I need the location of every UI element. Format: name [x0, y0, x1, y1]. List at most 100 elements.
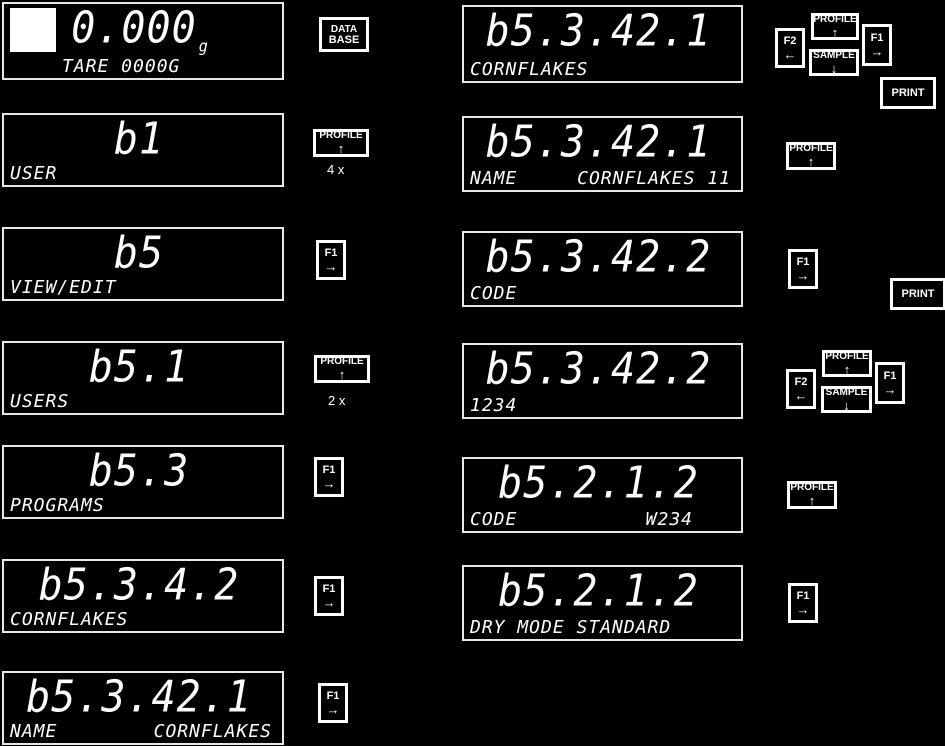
arrow-left-icon: ←	[783, 46, 797, 62]
key-print-bottom[interactable]: PRINT	[890, 278, 945, 310]
display-main-value: b5.2.1.2	[498, 566, 699, 617]
display-program-cornflakes: b5.3.4.2 CORNFLAKES	[2, 559, 284, 633]
display-view-edit-menu: b5 VIEW/EDIT	[2, 227, 284, 301]
key-f1-label: F1	[870, 31, 884, 44]
key-profile-up-4x[interactable]: PROFILE ↑	[313, 129, 369, 157]
arrow-right-icon: →	[870, 43, 884, 59]
key-f1-label: F1	[324, 246, 338, 259]
caption-repeat-4x: 4 x	[327, 162, 345, 177]
display-status-right: CORNFLAKES 11	[577, 168, 731, 189]
key-f1-right-name[interactable]: F1 →	[318, 683, 348, 723]
key-f2-left-top[interactable]: F2 ←	[775, 28, 805, 68]
key-f1-right-dry-mode[interactable]: F1 →	[788, 583, 818, 623]
key-f2-label: F2	[794, 375, 808, 388]
key-f2-left-bottom[interactable]: F2 ←	[786, 369, 816, 409]
key-profile-label: PROFILE	[825, 350, 869, 362]
key-sample-label: SAMPLE	[813, 49, 855, 61]
display-main-value: b5.3.42.1	[26, 672, 252, 723]
caption-repeat-2x: 2 x	[328, 393, 346, 408]
key-print-label: PRINT	[901, 287, 935, 300]
display-status-right: CORNFLAKES	[153, 721, 272, 742]
arrow-right-icon: →	[326, 701, 340, 717]
key-f1-label: F1	[796, 255, 810, 268]
display-status-line: NAME CORNFLAKES	[10, 721, 276, 742]
key-profile-label: PROFILE	[813, 13, 857, 25]
arrow-right-icon: →	[322, 594, 336, 610]
display-code-menu: b5.3.42.2 CODE	[462, 231, 743, 307]
arrow-right-icon: →	[324, 258, 338, 274]
key-f1-right-view-edit[interactable]: F1 →	[316, 240, 346, 280]
display-main-value: b5.3.42.1	[485, 6, 712, 57]
arrow-up-icon: ↑	[808, 493, 816, 508]
key-profile-up-dry-mode[interactable]: PROFILE ↑	[787, 481, 837, 509]
key-profile-up-bottom[interactable]: PROFILE ↑	[822, 350, 872, 377]
key-database[interactable]: DATA BASE	[319, 17, 369, 52]
key-print-label: PRINT	[891, 86, 925, 99]
display-name-cornflakes-cursor: b5.3.42.1 NAME CORNFLAKES 11	[462, 116, 743, 192]
display-main-value: b5.3.4.2	[38, 560, 240, 611]
display-code-value: b5.3.42.2 1234	[462, 343, 743, 419]
display-status-line: CORNFLAKES	[470, 59, 589, 80]
arrow-up-icon: ↑	[337, 141, 345, 156]
display-users-submenu: b5.1 USERS	[2, 341, 284, 415]
key-database-line2: BASE	[328, 33, 360, 46]
key-profile-label: PROFILE	[790, 482, 834, 493]
key-profile-label: PROFILE	[789, 143, 833, 154]
display-main-value: b1	[113, 114, 165, 165]
display-dry-mode-standard: b5.2.1.2 DRY MODE STANDARD	[462, 565, 743, 641]
display-status-line: USER	[10, 163, 58, 184]
display-status-line: DRY MODE STANDARD	[470, 617, 672, 638]
display-status-line: CORNFLAKES	[10, 609, 129, 630]
arrow-up-icon: ↑	[338, 367, 346, 382]
key-f1-label: F1	[883, 369, 897, 382]
display-main-value: b5.2.1.2	[498, 458, 699, 509]
key-f1-right-bottom[interactable]: F1 →	[875, 362, 905, 404]
display-main-value: b5.3.42.2	[485, 344, 712, 395]
display-status-right: W234	[645, 509, 693, 530]
arrow-up-icon: ↑	[831, 24, 839, 40]
key-profile-up-name[interactable]: PROFILE ↑	[786, 142, 836, 170]
display-main-value: 0.000 g	[71, 3, 209, 56]
display-status-line: CODE	[470, 283, 518, 304]
key-f1-label: F1	[326, 689, 340, 702]
display-unit-label: g	[198, 36, 209, 56]
display-status-left: NAME	[470, 168, 518, 189]
display-programs-submenu: b5.3 PROGRAMS	[2, 445, 284, 519]
key-profile-up-2x[interactable]: PROFILE ↑	[314, 355, 370, 383]
display-status-left: TARE 0000	[62, 56, 169, 77]
display-main-value: b5.3.42.1	[485, 117, 712, 168]
display-main-value: b5.1	[88, 342, 190, 393]
display-status-line: USERS	[10, 391, 70, 412]
key-f1-right-code[interactable]: F1 →	[788, 249, 818, 289]
arrow-down-icon: ↓	[843, 397, 850, 413]
display-main-value: b5	[113, 228, 165, 279]
key-f1-label: F1	[796, 589, 810, 602]
key-profile-label: PROFILE	[319, 130, 363, 141]
display-status-left: CODE	[470, 509, 518, 530]
key-profile-up-top[interactable]: PROFILE ↑	[811, 13, 859, 40]
key-f1-right-top[interactable]: F1 →	[862, 24, 892, 66]
display-status-line: PROGRAMS	[10, 495, 105, 516]
display-status-line: NAME CORNFLAKES 11	[470, 168, 735, 189]
display-cornflakes-edit: b5.3.42.1 CORNFLAKES	[462, 5, 743, 83]
display-status-line: 1234	[470, 395, 518, 416]
arrow-left-icon: ←	[794, 387, 808, 403]
key-f1-right-programs[interactable]: F1 →	[314, 457, 344, 497]
arrow-right-icon: →	[322, 475, 336, 491]
arrow-up-icon: ↑	[843, 361, 851, 377]
display-code-w234: b5.2.1.2 CODE W234	[462, 457, 743, 533]
key-sample-down-bottom[interactable]: SAMPLE ↓	[821, 386, 872, 413]
key-sample-label: SAMPLE	[825, 386, 868, 398]
key-f1-label: F1	[322, 463, 336, 476]
arrow-right-icon: →	[796, 267, 810, 283]
display-user-menu: b1 USER	[2, 113, 284, 187]
display-status-line: VIEW/EDIT	[10, 277, 117, 298]
arrow-up-icon: ↑	[807, 154, 815, 169]
display-weighing-screen: 0.000 g TARE 0000 G	[2, 2, 284, 80]
key-f1-right-cornflakes[interactable]: F1 →	[314, 576, 344, 616]
key-f2-label: F2	[783, 34, 797, 47]
key-sample-down-top[interactable]: SAMPLE ↓	[809, 49, 859, 76]
key-print-top[interactable]: PRINT	[880, 77, 936, 109]
key-f1-label: F1	[322, 582, 336, 595]
display-main-value: b5.3.42.2	[485, 232, 712, 283]
